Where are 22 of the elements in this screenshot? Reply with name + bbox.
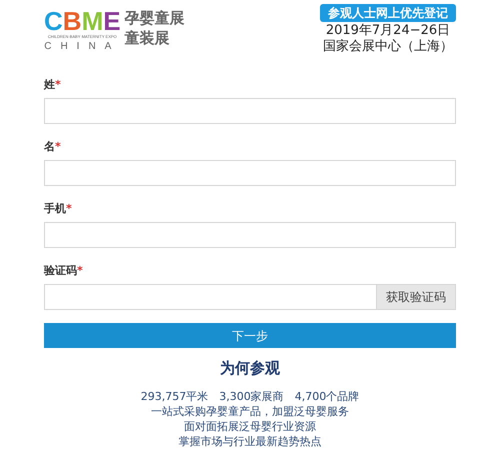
input-field[interactable] xyxy=(44,160,456,186)
field-label: 名* xyxy=(44,140,61,154)
logo-country: CHINA xyxy=(44,42,120,52)
field-label: 验证码* xyxy=(44,264,83,278)
benefit-line: 面对面拓展泛母婴行业资源 xyxy=(184,419,316,434)
section-heading: 为何参观 xyxy=(220,358,280,378)
event-date: 2019年7月24−26日 xyxy=(326,23,450,39)
input-field[interactable] xyxy=(44,222,456,248)
get-code-button[interactable]: 获取验证码 xyxy=(377,284,456,310)
benefit-line: 掌握市场与行业最新趋势热点 xyxy=(178,434,322,449)
input-field[interactable] xyxy=(44,284,377,310)
benefit-line: 293,757平米 3,300家展商 4,700个品牌 xyxy=(140,389,360,404)
logo-title: 童装展 xyxy=(124,28,171,48)
field-label: 手机* xyxy=(44,202,72,216)
logo-title: 孕婴童展 xyxy=(124,8,185,28)
field-label: 姓* xyxy=(44,78,61,92)
logo-wordmark: CBME xyxy=(44,8,121,34)
input-field[interactable] xyxy=(44,98,456,124)
registration-badge: 参观人士网上优先登记 xyxy=(320,4,456,22)
next-button[interactable]: 下一步 xyxy=(44,323,456,348)
event-venue: 国家会展中心（上海） xyxy=(323,39,453,55)
benefit-line: 一站式采购孕婴童产品，加盟泛母婴服务 xyxy=(151,404,349,419)
